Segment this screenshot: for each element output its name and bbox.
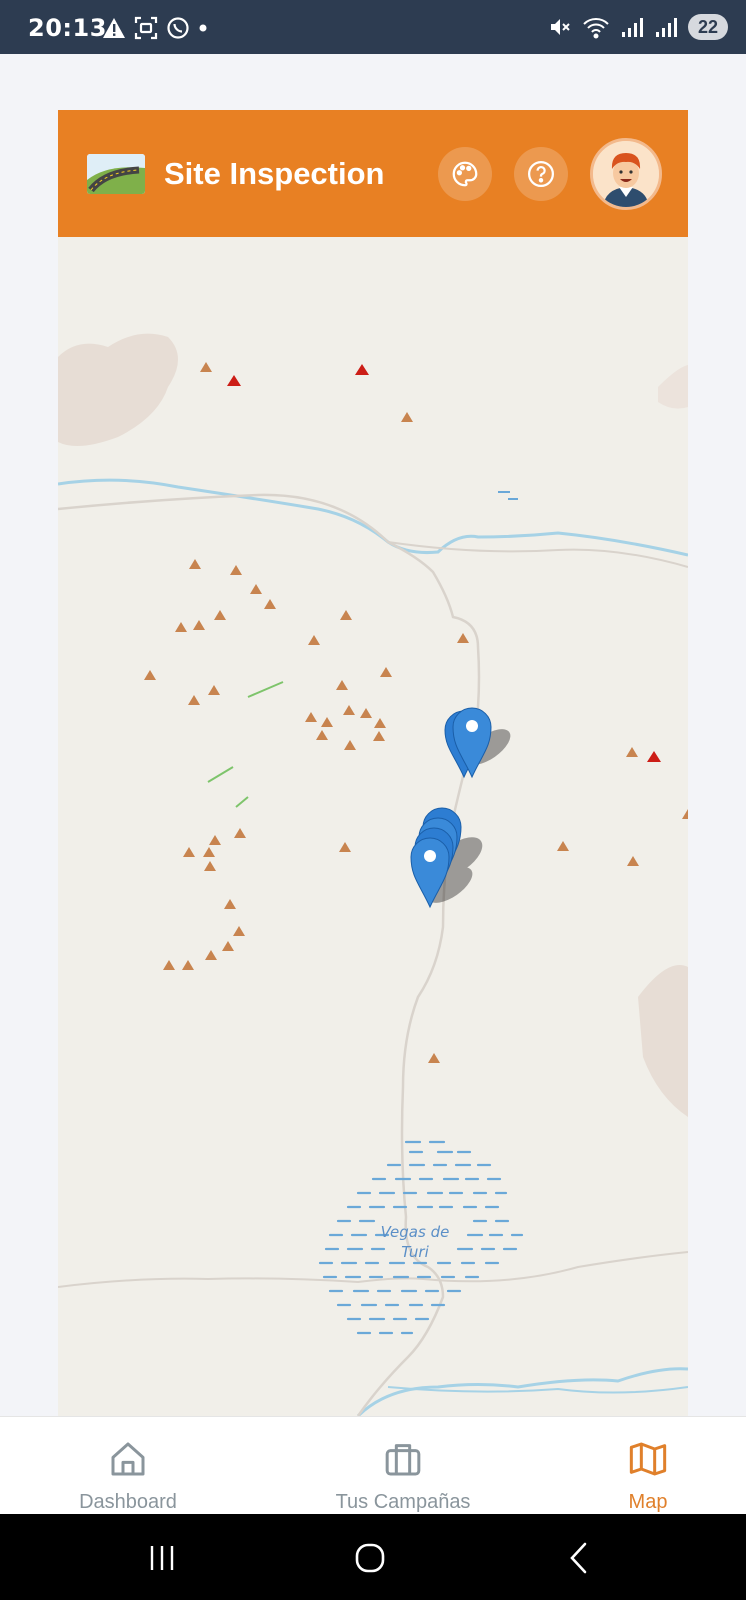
map-icon [629, 1442, 667, 1476]
home-icon [111, 1442, 145, 1476]
nav-label-dashboard: Dashboard [79, 1491, 177, 1513]
app-card: Site Inspection Vegas de Turi [58, 110, 688, 1416]
briefcase-icon [385, 1444, 421, 1476]
nav-label-campaigns: Tus Campañas [335, 1491, 471, 1513]
signal-icon-2 [656, 18, 677, 37]
bottom-nav: Dashboard Tus Campañas Map [0, 1416, 746, 1515]
nav-item-map[interactable]: Map [548, 1417, 746, 1515]
place-label-line2: Turi [401, 1243, 429, 1261]
nav-item-dashboard[interactable]: Dashboard [28, 1417, 228, 1515]
recent-apps-icon[interactable] [142, 1538, 182, 1578]
palette-icon [452, 161, 478, 187]
system-status-icons: 22 [548, 14, 728, 40]
nav-item-campaigns[interactable]: Tus Campañas [303, 1417, 503, 1515]
map-view[interactable]: Vegas de Turi [58, 237, 688, 1416]
signal-icon [622, 18, 643, 37]
system-nav-bar [0, 1514, 746, 1600]
nav-label-map: Map [628, 1491, 668, 1513]
mute-icon [551, 19, 570, 35]
page-title: Site Inspection [164, 156, 385, 191]
wifi-icon [583, 18, 609, 39]
screenshot-icon [134, 16, 158, 40]
theme-button[interactable] [438, 147, 492, 201]
home-button-icon[interactable] [350, 1538, 390, 1578]
back-icon[interactable] [560, 1538, 600, 1578]
status-bar: 20:13 22 [0, 0, 746, 54]
notification-icons [102, 16, 208, 40]
battery-indicator: 22 [688, 14, 728, 40]
warning-icon [103, 18, 125, 38]
whatsapp-icon [167, 17, 189, 39]
help-button[interactable] [514, 147, 568, 201]
status-time: 20:13 [28, 14, 107, 42]
dot-icon [199, 24, 207, 32]
app-header: Site Inspection [58, 110, 688, 237]
help-circle-icon [528, 161, 554, 187]
place-label: Vegas de [381, 1223, 450, 1241]
user-avatar[interactable] [590, 138, 662, 210]
app-logo [87, 154, 145, 194]
